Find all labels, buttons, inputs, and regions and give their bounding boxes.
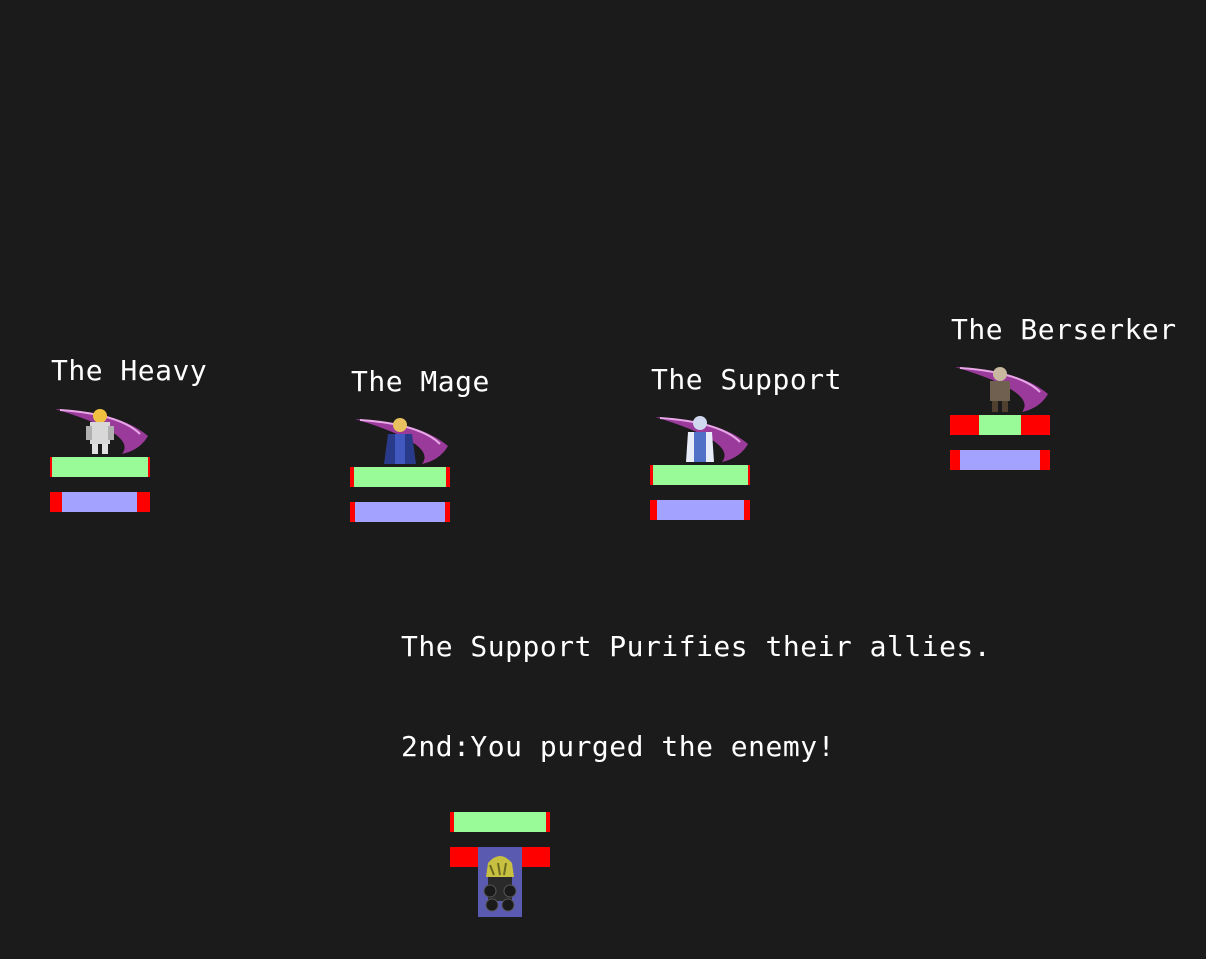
battle-log-line-1: The Support Purifies their allies.: [401, 630, 992, 663]
enemy-berserker-hp-bar: [950, 415, 1050, 435]
mage-sprite-icon[interactable]: [350, 414, 450, 466]
enemy-name-berserker: The Berserker: [951, 313, 1177, 346]
enemy-support-hp-bar: [650, 465, 750, 485]
player-hp-bar: [450, 812, 550, 832]
enemy-heavy-mp-bar: [50, 492, 150, 512]
enemy-heavy-hp-bar: [50, 457, 150, 477]
berserker-sprite-icon[interactable]: [950, 362, 1050, 414]
enemy-mage-hp-bar: [350, 467, 450, 487]
support-cleric-sprite-icon[interactable]: [650, 412, 750, 464]
battle-log-line-2: 2nd:You purged the enemy!: [401, 730, 835, 763]
enemy-name-heavy: The Heavy: [51, 354, 208, 387]
enemy-support-mp-bar: [650, 500, 750, 520]
enemy-name-support: The Support: [651, 363, 842, 396]
enemy-berserker-mp-bar: [950, 450, 1050, 470]
enemy-name-mage: The Mage: [351, 365, 490, 398]
enemy-mage-mp-bar: [350, 502, 450, 522]
heavy-knight-sprite-icon[interactable]: [50, 404, 150, 456]
player-blonde-hero-sprite-icon: [478, 847, 522, 917]
